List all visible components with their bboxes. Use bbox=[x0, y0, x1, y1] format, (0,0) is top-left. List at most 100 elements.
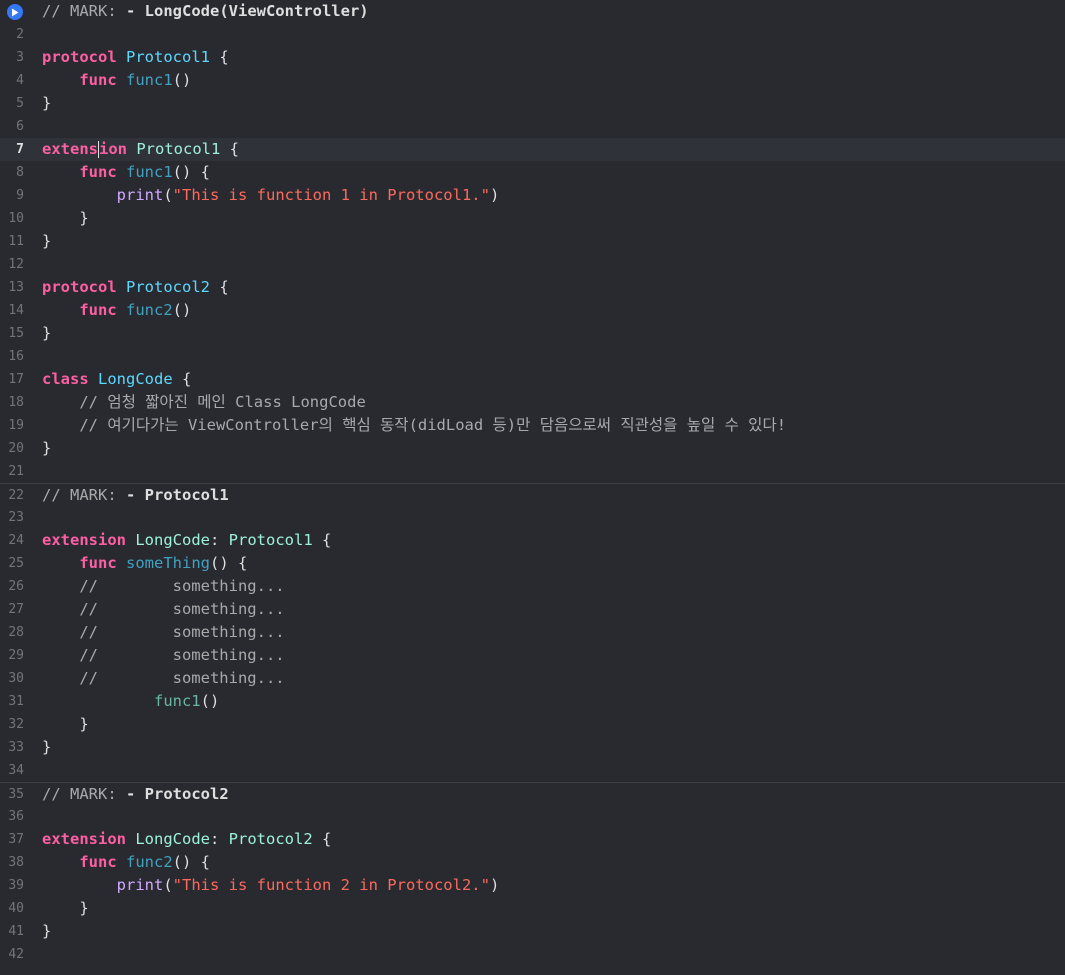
code-line[interactable]: 4 func func1() bbox=[0, 69, 1065, 92]
code-line[interactable]: 40 } bbox=[0, 897, 1065, 920]
code-line[interactable]: 24 extension LongCode: Protocol1 { bbox=[0, 529, 1065, 552]
code-token: extension bbox=[42, 531, 126, 549]
code-token: } bbox=[42, 232, 52, 250]
code-token: // something... bbox=[79, 577, 285, 595]
code-token: ( bbox=[163, 186, 173, 204]
code-text: // 여기다가는 ViewController의 핵심 동작(didLoad 등… bbox=[42, 414, 786, 437]
code-token: () bbox=[172, 301, 192, 319]
line-number: 7 bbox=[16, 142, 24, 157]
line-number: 29 bbox=[8, 648, 24, 663]
code-line[interactable]: 26 // something... bbox=[0, 575, 1065, 598]
code-line[interactable]: 13 protocol Protocol2 { bbox=[0, 276, 1065, 299]
line-number: 4 bbox=[16, 73, 24, 88]
code-line[interactable]: 30 // something... bbox=[0, 667, 1065, 690]
line-number: 9 bbox=[16, 188, 24, 203]
code-token: : bbox=[210, 830, 229, 848]
code-line[interactable]: 8 func func1() { bbox=[0, 161, 1065, 184]
code-line[interactable]: 39 print("This is function 2 in Protocol… bbox=[0, 874, 1065, 897]
code-token: : bbox=[210, 531, 229, 549]
line-number: 32 bbox=[8, 717, 24, 732]
line-number: 16 bbox=[8, 349, 24, 364]
code-line[interactable]: 31 func1() bbox=[0, 690, 1065, 713]
code-token: ion bbox=[99, 140, 127, 158]
code-line[interactable]: 25 func someThing() { bbox=[0, 552, 1065, 575]
code-line[interactable]: 15} bbox=[0, 322, 1065, 345]
code-line[interactable]: 36 bbox=[0, 805, 1065, 828]
code-token: "This is function 1 in Protocol1." bbox=[172, 186, 490, 204]
code-line[interactable]: 35 // MARK: - Protocol2 bbox=[0, 782, 1065, 805]
code-text: extension LongCode: Protocol2 { bbox=[42, 828, 331, 851]
code-token: print bbox=[116, 876, 164, 894]
code-text: // something... bbox=[42, 667, 284, 690]
code-line[interactable]: 7 extension Protocol1 { bbox=[0, 138, 1065, 161]
code-token: () bbox=[172, 71, 192, 89]
code-token: } bbox=[42, 324, 52, 342]
code-text: // 엄청 짧아진 메인 Class LongCode bbox=[42, 391, 366, 414]
code-line[interactable]: 28 // something... bbox=[0, 621, 1065, 644]
code-line[interactable]: 20} bbox=[0, 437, 1065, 460]
code-line[interactable]: 5} bbox=[0, 92, 1065, 115]
code-token: // MARK: bbox=[42, 2, 126, 20]
code-text: protocol Protocol2 { bbox=[42, 276, 229, 299]
line-number: 20 bbox=[8, 441, 24, 456]
code-line[interactable]: 21 bbox=[0, 460, 1065, 483]
code-text: } bbox=[42, 437, 51, 460]
code-text: func func1() bbox=[42, 69, 191, 92]
line-number: 5 bbox=[16, 96, 24, 111]
code-line[interactable]: 27 // something... bbox=[0, 598, 1065, 621]
code-token: print bbox=[116, 186, 164, 204]
code-line[interactable]: 22 // MARK: - Protocol1 bbox=[0, 483, 1065, 506]
line-number: 10 bbox=[8, 211, 24, 226]
code-line[interactable]: 42 bbox=[0, 943, 1065, 966]
code-token: Protocol1 bbox=[126, 48, 210, 66]
code-line[interactable]: 6 bbox=[0, 115, 1065, 138]
code-line[interactable]: 3 protocol Protocol1 { bbox=[0, 46, 1065, 69]
code-token: // 엄청 짧아진 메인 Class LongCode bbox=[79, 393, 366, 411]
code-token: () { bbox=[172, 163, 210, 181]
code-token: Protocol1 bbox=[228, 531, 313, 549]
line-number: 18 bbox=[8, 395, 24, 410]
line-number: 23 bbox=[8, 510, 24, 525]
code-line[interactable]: 29 // something... bbox=[0, 644, 1065, 667]
code-token: extens bbox=[42, 140, 98, 158]
code-token: protocol bbox=[42, 48, 117, 66]
code-line[interactable]: 2 bbox=[0, 23, 1065, 46]
code-line[interactable]: // MARK: - LongCode(ViewController) bbox=[0, 0, 1065, 23]
code-line[interactable]: 38 func func2() { bbox=[0, 851, 1065, 874]
code-token: "This is function 2 in Protocol2." bbox=[172, 876, 490, 894]
code-line[interactable]: 12 bbox=[0, 253, 1065, 276]
code-line[interactable]: 10 } bbox=[0, 207, 1065, 230]
code-line[interactable]: 11} bbox=[0, 230, 1065, 253]
code-token: func2 bbox=[126, 301, 173, 319]
code-line[interactable]: 34 bbox=[0, 759, 1065, 782]
code-line[interactable]: 37 extension LongCode: Protocol2 { bbox=[0, 828, 1065, 851]
line-number: 34 bbox=[8, 763, 24, 778]
code-token: func bbox=[79, 71, 117, 89]
code-line[interactable]: 17 class LongCode { bbox=[0, 368, 1065, 391]
code-token: } bbox=[42, 738, 52, 756]
code-token: // something... bbox=[79, 646, 285, 664]
line-number: 6 bbox=[16, 119, 24, 134]
line-number: 17 bbox=[8, 372, 24, 387]
code-line[interactable]: 23 bbox=[0, 506, 1065, 529]
code-line[interactable]: 18 // 엄청 짧아진 메인 Class LongCode bbox=[0, 391, 1065, 414]
code-token: Protocol1 bbox=[136, 140, 221, 158]
run-button[interactable] bbox=[7, 4, 23, 20]
code-line[interactable]: 41} bbox=[0, 920, 1065, 943]
code-editor[interactable]: // MARK: - LongCode(ViewController) 2 3 pro… bbox=[0, 0, 1065, 975]
code-token: } bbox=[42, 922, 52, 940]
code-line[interactable]: 33} bbox=[0, 736, 1065, 759]
code-text: // something... bbox=[42, 644, 285, 667]
code-token: func1 bbox=[153, 692, 201, 710]
code-line[interactable]: 14 func func2() bbox=[0, 299, 1065, 322]
code-line[interactable]: 32 } bbox=[0, 713, 1065, 736]
code-line[interactable]: 19 // 여기다가는 ViewController의 핵심 동작(didLoa… bbox=[0, 414, 1065, 437]
code-line[interactable]: 16 bbox=[0, 345, 1065, 368]
code-line[interactable]: 9 print("This is function 1 in Protocol1… bbox=[0, 184, 1065, 207]
